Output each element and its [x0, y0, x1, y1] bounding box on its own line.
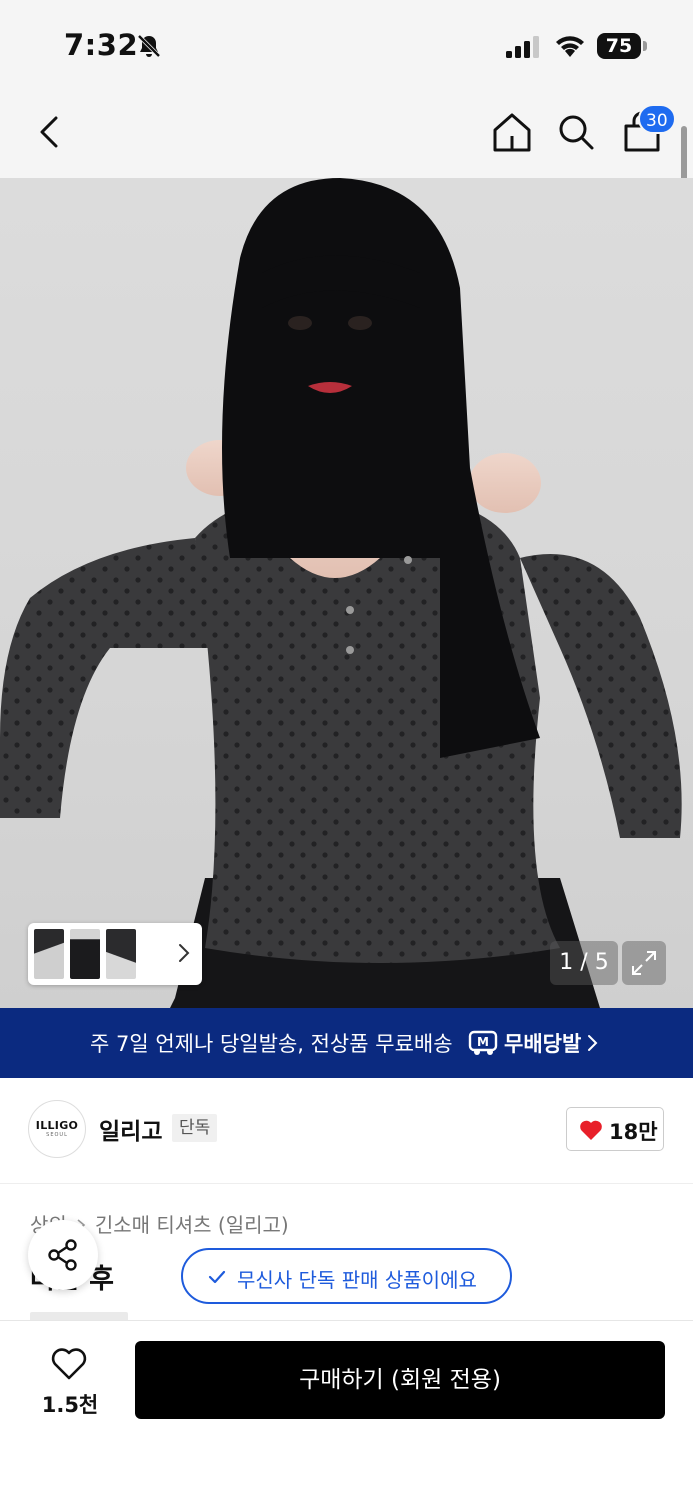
share-icon — [48, 1239, 77, 1271]
product-image-gallery[interactable]: 1 / 5 — [0, 178, 693, 1008]
delivery-truck-icon: M — [468, 1030, 498, 1055]
promo-brand: 무배당발 — [504, 1032, 582, 1056]
promo-text: 주 7일 언제나 당일발송, 전상품 무료배송 — [90, 1032, 453, 1056]
brand-logo-text: ILLIGO — [35, 1119, 79, 1132]
section-divider — [0, 1183, 693, 1184]
promo-logo-letter: M — [477, 1035, 489, 1049]
heart-icon — [580, 1120, 602, 1140]
chevron-right-icon — [588, 1035, 598, 1051]
breadcrumb-item-2[interactable]: 긴소매 티셔츠 (일리고) — [95, 1213, 289, 1237]
battery-icon: 75 — [597, 33, 647, 59]
exclusive-notice-pill[interactable]: 무신사 단독 판매 상품이에요 — [181, 1248, 512, 1304]
wifi-icon — [556, 36, 584, 57]
home-icon[interactable] — [490, 110, 534, 156]
brand-like-count: 18만 — [609, 1120, 658, 1144]
chevron-right-icon[interactable] — [176, 941, 192, 965]
check-icon — [208, 1270, 226, 1284]
bottom-action-bar: 1.5천 구매하기 (회원 전용) — [0, 1320, 693, 1500]
brand-logo-sub: SEOUL — [46, 1132, 68, 1138]
thumbnail-3[interactable] — [106, 929, 136, 979]
back-icon[interactable] — [30, 110, 70, 154]
wishlist-button[interactable]: 1.5천 — [30, 1341, 110, 1421]
thumbnail-1[interactable] — [34, 929, 64, 979]
battery-tip — [643, 41, 647, 51]
status-time: 7:32 — [64, 28, 139, 62]
signal-icon — [506, 36, 539, 58]
expand-icon — [632, 951, 656, 975]
thumbnail-2[interactable] — [70, 929, 100, 979]
wishlist-count: 1.5천 — [41, 1393, 99, 1417]
brand-name[interactable]: 일리고 — [99, 1112, 162, 1146]
top-nav — [0, 92, 693, 178]
cart-count-badge: 30 — [638, 104, 676, 134]
buy-button[interactable]: 구매하기 (회원 전용) — [135, 1341, 665, 1419]
brand-like-button[interactable]: 18만 — [566, 1107, 664, 1151]
exclusive-tag: 단독 — [172, 1114, 218, 1142]
status-bar: 7:32 75 — [0, 0, 693, 92]
search-icon[interactable] — [554, 110, 598, 154]
gallery-page-indicator: 1 / 5 — [550, 941, 618, 985]
exclusive-notice-text: 무신사 단독 판매 상품이에요 — [237, 1268, 477, 1292]
heart-icon — [51, 1348, 87, 1380]
expand-button[interactable] — [622, 941, 666, 985]
bell-off-icon — [137, 34, 161, 58]
delivery-promo-banner[interactable]: 주 7일 언제나 당일발송, 전상품 무료배송 M 무배당발 — [0, 1008, 693, 1078]
brand-logo[interactable]: ILLIGO SEOUL — [28, 1100, 86, 1158]
share-button[interactable] — [28, 1220, 98, 1290]
battery-level: 75 — [597, 33, 641, 59]
product-photo — [0, 178, 682, 1008]
thumbnail-strip[interactable] — [28, 923, 202, 985]
